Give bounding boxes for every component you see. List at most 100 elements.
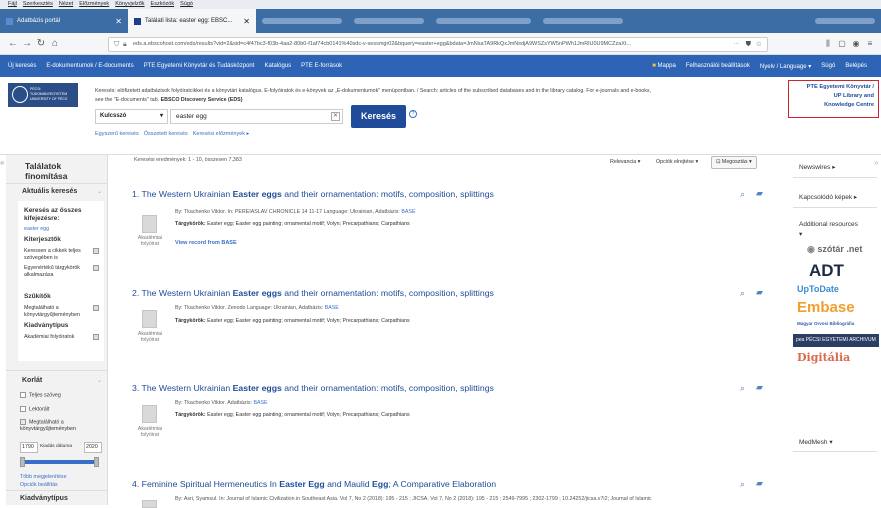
remove-pubtype-icon[interactable] [93,334,99,340]
preview-icon[interactable]: ⌕ [740,189,745,200]
database-link[interactable]: BASE [325,305,339,311]
search-all-value[interactable]: easter egg [24,226,49,233]
result-title[interactable]: 1. The Western Ukrainian Easter eggs and… [132,189,494,199]
nav-language[interactable]: Nyelv / Language ▾ [760,63,811,70]
menu-tools[interactable]: Eszközök [151,0,175,9]
chevron-down-icon[interactable]: ⌄ [97,377,102,384]
nav-new-search[interactable]: Új keresés [8,63,36,69]
sidebar-icon[interactable]: ▢ [835,39,849,48]
university-logo[interactable]: PÉCSI TUDOMÁNYEGYETEM UNIVERSITY OF PÉCS [8,83,78,107]
show-more-link[interactable]: Több megjelenítése [20,474,67,481]
remove-expander-icon[interactable] [93,248,99,254]
blurred-tab[interactable] [436,18,531,24]
menu-bookmarks[interactable]: Könyvjelzők [115,0,144,9]
newswires-widget[interactable]: Newswires ▸ [799,163,836,171]
account-icon[interactable]: ◉ [849,39,863,48]
sort-relevance-select[interactable]: Relevancia ▾ [606,157,644,168]
collapse-left-icon[interactable]: « [0,158,4,167]
menu-view[interactable]: Nézet [59,0,73,9]
add-to-folder-icon[interactable]: ▰ [756,188,763,199]
embase-logo[interactable]: Embase [797,299,855,316]
options-link[interactable]: Opciók beállítás [20,482,58,489]
adt-logo[interactable]: ADT [809,261,844,281]
clear-icon[interactable]: ✕ [331,112,340,121]
page-actions-icon[interactable]: ··· [734,38,740,51]
checkbox-checked[interactable] [20,419,26,425]
home-icon[interactable]: ⌂ [48,38,62,49]
limit-heading[interactable]: Korlát [22,377,42,384]
menu-icon[interactable]: ≡ [863,39,877,48]
search-history-link[interactable]: Keresési előzmények ▸ [193,131,250,137]
add-to-folder-icon[interactable]: ▰ [756,287,763,298]
szotar-logo[interactable]: ◉ szótár .net [807,244,862,255]
collapse-right-icon[interactable]: » [874,158,878,167]
nav-catalog[interactable]: Katalógus [264,63,291,69]
database-link[interactable]: BASE [253,400,267,406]
add-to-folder-icon[interactable]: ▰ [756,382,763,393]
pocket-icon[interactable]: ⛊ [746,38,751,51]
mob-logo[interactable]: Magyar Orvosi Bibliográfia [797,321,854,326]
preview-icon[interactable]: ⌕ [740,383,745,394]
date-to-input[interactable]: 2020 [84,442,102,453]
advanced-search-link[interactable]: Összetett keresés [144,131,188,137]
checkbox[interactable] [20,406,26,412]
basic-search-link[interactable]: Egyszerű keresés [95,131,139,137]
nav-signin[interactable]: Belépés [845,63,867,70]
preview-icon[interactable]: ⌕ [740,479,745,490]
search-input[interactable]: easter egg [170,109,343,124]
library-icon[interactable]: ⫼ [821,39,835,49]
menu-edit[interactable]: Szerkesztés [23,0,53,9]
current-search-heading[interactable]: Aktuális keresés [22,188,77,195]
close-tab-icon[interactable]: ✕ [243,17,250,26]
preview-icon[interactable]: ⌕ [740,288,745,299]
blurred-tab[interactable] [262,18,342,24]
medmesh-widget[interactable]: MedMesh ▾ [799,438,833,446]
pubtype-facet-heading[interactable]: Kiadványtípus [20,495,68,502]
back-icon[interactable]: ← [6,38,20,49]
reload-icon[interactable]: ↻ [34,38,48,49]
close-tab-icon[interactable]: ✕ [115,17,122,26]
result-title[interactable]: 2. The Western Ukrainian Easter eggs and… [132,288,494,298]
help-icon[interactable]: ? [409,110,417,118]
blurred-tab[interactable] [354,18,424,24]
limit-peer-reviewed[interactable]: Lektorált [20,406,49,413]
nav-edocuments[interactable]: E-dokumentumok / E-documents [46,63,133,69]
nav-preferences[interactable]: Felhasználói beállítások [686,63,750,70]
pte-library-link[interactable]: PTE Egyetemi Könyvtár / UP Library and K… [788,80,879,118]
date-slider-track[interactable] [22,460,98,464]
database-link[interactable]: BASE [401,209,415,215]
menu-history[interactable]: Előzmények [79,0,109,9]
nav-help[interactable]: Súgó [821,63,835,70]
result-title[interactable]: 4. Feminine Spiritual Hermeneutics In Ea… [132,479,496,489]
limit-collection[interactable]: Megtalálható a könyvtárgyűjteményben [20,419,100,432]
remove-limiter-icon[interactable] [93,305,99,311]
limit-fulltext[interactable]: Teljes szöveg [20,392,61,399]
star-icon[interactable]: ☆ [756,38,762,51]
date-slider-handle[interactable] [20,457,25,467]
related-images-widget[interactable]: Kapcsolódó képek ▸ [799,193,857,201]
blurred-tab[interactable] [543,18,623,24]
forward-icon[interactable]: → [20,38,34,49]
menu-help[interactable]: Súgó [180,0,193,9]
date-slider-handle[interactable] [94,457,99,467]
additional-resources-heading[interactable]: Additional resources [799,221,858,228]
digitalia-logo[interactable]: Digitália [797,351,850,364]
share-button[interactable]: ⊡ Megosztás ▾ [711,156,757,169]
search-field-select[interactable]: Kulcsszó ▾ [95,109,168,124]
date-from-input[interactable]: 1790 [20,442,38,453]
view-record-link[interactable]: View record from BASE [175,240,237,246]
pea-archive-logo[interactable]: pea PÉCSI EGYETEMI ARCHIVUM [793,334,879,347]
checkbox[interactable] [20,392,26,398]
remove-expander-icon[interactable] [93,265,99,271]
nav-folder[interactable]: ■ Mappa [652,63,676,70]
menu-file[interactable]: Fájl [8,0,17,9]
search-button[interactable]: Keresés [351,105,406,128]
chevron-down-icon[interactable]: ▾ [799,230,802,238]
add-to-folder-icon[interactable]: ▰ [756,478,763,489]
nav-pte-eresources[interactable]: PTE E-források [301,63,342,69]
uptodate-logo[interactable]: UpToDate [797,284,839,294]
page-options-select[interactable]: Opciók elrejtése ▾ [652,157,702,168]
tab-adatbazis-portal[interactable]: Adatbázis portál ✕ [0,9,128,33]
nav-pte-library[interactable]: PTE Egyetemi Könyvtár és Tudásközpont [144,63,255,69]
url-bar[interactable]: ⛉ 🔒︎ eds.a.ebscohost.com/eds/results?vid… [108,37,768,52]
